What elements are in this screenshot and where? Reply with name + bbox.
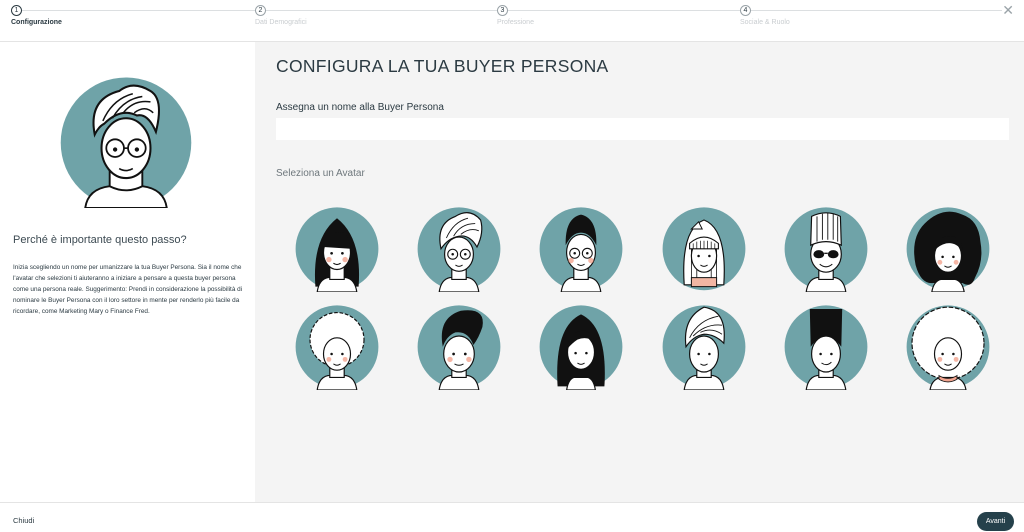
step-label: Professione bbox=[497, 19, 534, 26]
avatar-long-black-hair-icon[interactable] bbox=[292, 202, 382, 292]
step-number: 4 bbox=[740, 5, 751, 16]
avatar-pompadour-icon[interactable] bbox=[414, 300, 504, 390]
step-number: 3 bbox=[497, 5, 508, 16]
avatar-quiff-sunglasses-icon[interactable] bbox=[781, 202, 871, 292]
step-label: Dati Demografici bbox=[255, 19, 307, 26]
step-number: 1 bbox=[11, 5, 22, 16]
hero-avatar-icon bbox=[58, 72, 194, 209]
avatar-wrapped-hair-icon[interactable] bbox=[659, 300, 749, 390]
stepper-track bbox=[18, 10, 1002, 11]
close-button[interactable]: Chiudi bbox=[13, 516, 34, 525]
avatar-big-wavy-hair-icon[interactable] bbox=[903, 202, 993, 292]
avatar-long-straight-hair-icon[interactable] bbox=[536, 300, 626, 390]
footer-bar: Chiudi Avanti bbox=[0, 502, 1024, 532]
configuration-form: CONFIGURA LA TUA BUYER PERSONA Assegna u… bbox=[255, 42, 1024, 502]
avatar-bangs-headband-icon[interactable] bbox=[659, 202, 749, 292]
close-icon[interactable]: ✕ bbox=[1002, 2, 1014, 19]
next-button[interactable]: Avanti bbox=[977, 512, 1014, 531]
avatar-section-label: Seleziona un Avatar bbox=[276, 168, 365, 179]
avatar-afro-curly-icon[interactable] bbox=[292, 300, 382, 390]
why-title: Perché è importante questo passo? bbox=[13, 234, 187, 246]
step-label: Configurazione bbox=[11, 19, 62, 26]
why-description: Inizia scegliendo un nome per umanizzare… bbox=[13, 264, 243, 316]
avatar-curly-afro-necklace-icon[interactable] bbox=[903, 300, 993, 390]
avatar-short-hair-round-glasses-icon[interactable] bbox=[536, 202, 626, 292]
info-panel: Perché è importante questo passo? Inizia… bbox=[0, 42, 255, 502]
persona-name-input[interactable] bbox=[276, 118, 1009, 140]
step-number: 2 bbox=[255, 5, 266, 16]
persona-name-label: Assegna un nome alla Buyer Persona bbox=[276, 102, 444, 113]
step-label: Sociale & Ruolo bbox=[740, 19, 790, 26]
page-title: CONFIGURA LA TUA BUYER PERSONA bbox=[276, 56, 609, 76]
progress-stepper: 1 Configurazione 2 Dati Demografici 3 Pr… bbox=[0, 0, 1024, 42]
avatar-swirl-hair-glasses-icon[interactable] bbox=[414, 202, 504, 292]
avatar-flat-top-icon[interactable] bbox=[781, 300, 871, 390]
